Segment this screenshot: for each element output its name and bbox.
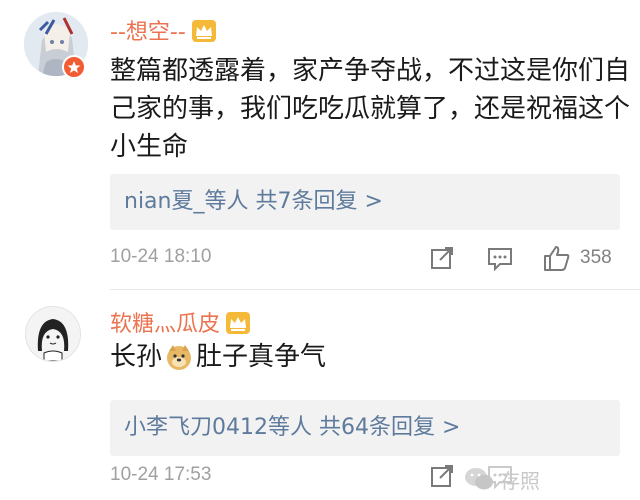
username[interactable]: --想空-- — [110, 14, 216, 48]
doge-emoji-icon — [165, 343, 193, 382]
wechat-logo-icon — [464, 466, 494, 496]
crown-icon — [226, 312, 251, 340]
share-icon[interactable] — [428, 244, 456, 276]
share-icon[interactable] — [428, 462, 456, 494]
comment-content: 长孙 肚子真争气 — [110, 338, 630, 382]
comment-item: --想空-- 整篇都透露着，家产争夺战，不过这是你们自己家的事，我们吃吃瓜就算了… — [0, 0, 640, 290]
username-text[interactable]: 软糖灬瓜皮 — [110, 312, 220, 337]
timestamp: 10-24 18:10 — [110, 246, 212, 267]
comment-icon[interactable] — [486, 244, 514, 276]
content-text-before: 长孙 — [110, 342, 163, 372]
comment-content: 整篇都透露着，家产争夺战，不过这是你们自己家的事，我们吃吃瓜就算了，还是祝福这个… — [110, 56, 631, 162]
username-text[interactable]: --想空-- — [110, 20, 186, 45]
vip-badge-icon — [62, 55, 86, 79]
comment-meta: 10-24 18:10 358 — [110, 244, 640, 274]
crown-icon — [191, 20, 216, 48]
avatar[interactable] — [25, 306, 81, 362]
replies-link[interactable]: 小李飞刀0412等人 共64条回复 > — [110, 400, 620, 456]
replies-link[interactable]: nian夏_等人 共7条回复 > — [110, 174, 620, 230]
watermark: 存照 — [460, 462, 635, 496]
like-icon[interactable] — [542, 244, 572, 276]
like-count: 358 — [580, 247, 612, 268]
username[interactable]: 软糖灬瓜皮 — [110, 306, 251, 340]
watermark-text: 存照 — [500, 469, 540, 493]
timestamp: 10-24 17:53 — [110, 464, 212, 485]
content-text-after: 肚子真争气 — [196, 342, 327, 372]
girl-sketch-avatar-icon — [26, 307, 80, 361]
